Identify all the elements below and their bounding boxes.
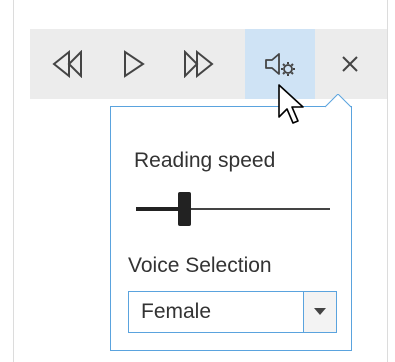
skip-next-icon <box>182 50 214 78</box>
play-icon <box>123 50 145 78</box>
slider-thumb[interactable] <box>178 192 191 226</box>
mouse-pointer-icon <box>278 84 304 124</box>
skip-previous-icon <box>52 50 84 78</box>
close-icon <box>340 54 360 74</box>
popup-pointer <box>325 94 351 108</box>
voice-dropdown[interactable]: Female <box>128 291 337 333</box>
reading-speed-label: Reading speed <box>134 149 276 172</box>
read-aloud-toolbar <box>30 29 387 99</box>
voice-dropdown-value: Female <box>141 300 212 323</box>
close-button[interactable] <box>326 29 374 99</box>
chevron-down-icon <box>314 303 326 321</box>
play-button[interactable] <box>110 29 158 99</box>
previous-button[interactable] <box>44 29 92 99</box>
next-button[interactable] <box>174 29 222 99</box>
window-border-left <box>13 0 14 362</box>
voice-settings-icon <box>263 50 297 78</box>
dropdown-button[interactable] <box>303 292 336 332</box>
window-border-right <box>387 0 388 362</box>
voice-selection-label: Voice Selection <box>128 254 272 277</box>
